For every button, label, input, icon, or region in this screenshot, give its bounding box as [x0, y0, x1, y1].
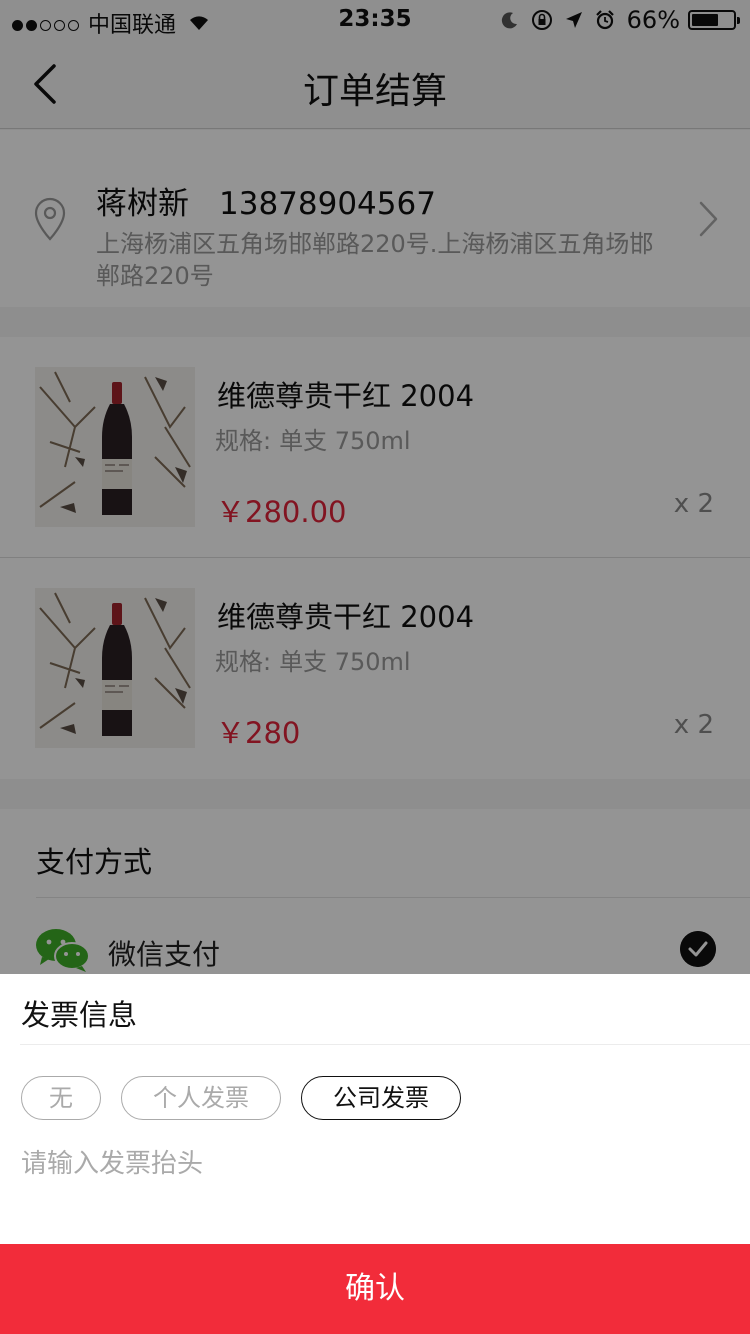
invoice-option-company[interactable]: 公司发票: [301, 1076, 461, 1120]
invoice-header-input[interactable]: [21, 1144, 721, 1184]
invoice-option-personal[interactable]: 个人发票: [121, 1076, 281, 1120]
divider: [20, 1044, 750, 1045]
confirm-button[interactable]: 确认: [0, 1244, 750, 1334]
invoice-title: 发票信息: [21, 998, 138, 1032]
invoice-sheet: 发票信息 无 个人发票 公司发票 确认: [0, 974, 750, 1334]
invoice-option-none[interactable]: 无: [21, 1076, 101, 1120]
